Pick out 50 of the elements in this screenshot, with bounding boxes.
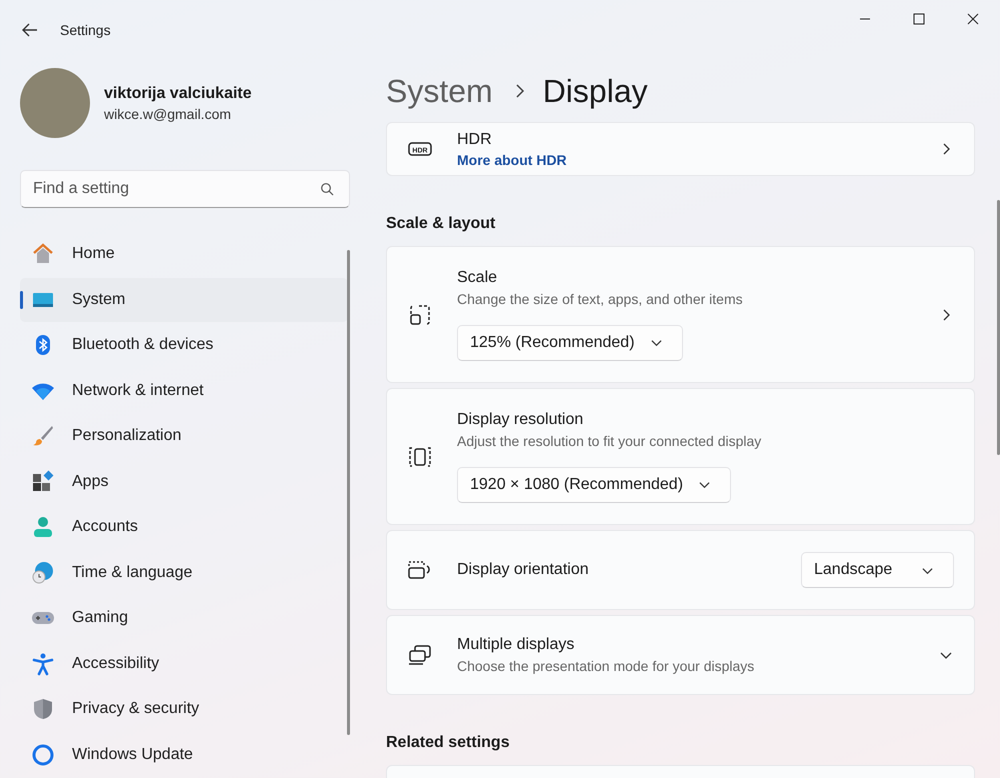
section-heading: Related settings [386,734,511,752]
sidebar-item[interactable]: Personalization [20,414,348,458]
close-icon [967,13,979,25]
selection-indicator [20,290,23,308]
update-icon [31,742,55,766]
sidebar-item[interactable]: System [20,278,348,322]
settings-card[interactable]: Scale Change the size of text, apps, and other items 125% (Recommended) [386,246,975,383]
sidebar-item[interactable]: Privacy & security [20,687,348,731]
section-heading: Scale & layout [386,215,496,233]
setting-title: Display resolution [457,410,584,428]
paintbrush-icon [31,424,55,448]
dropdown[interactable]: 1920 × 1080 (Recommended) [457,466,732,502]
sidebar-item[interactable]: Network & internet [20,368,348,412]
window-title: Settings [60,22,112,38]
sidebar-item[interactable]: Windows Update [20,732,348,776]
learn-more-link[interactable]: More about HDR [457,152,940,168]
sidebar-item[interactable]: Bluetooth & devices [20,323,348,367]
settings-card[interactable]: Multiple displays Choose the presentation mode for your displays [386,615,975,695]
apps-icon [31,470,55,494]
setting-title: HDR [457,130,493,148]
sidebar-item[interactable]: Gaming [20,596,348,640]
breadcrumb-link[interactable]: System [386,72,493,110]
setting-title: Display orientation [457,561,590,579]
sidebar-item[interactable]: Home [20,232,348,276]
home-icon [31,242,55,266]
scrollbar[interactable] [347,250,350,735]
search-field[interactable]: Find a setting [20,170,350,208]
setting-description: Change the size of text, apps, and other items [457,290,744,306]
globe-clock-icon [31,560,55,584]
settings-card[interactable]: Display resolution Adjust the resolution to fit your connected display 1920 × 1080 (Recommended) [386,388,975,525]
accessibility-figure-icon [31,652,55,676]
dropdown[interactable]: 125% (Recommended) [457,324,683,360]
sidebar-item[interactable]: Accounts [20,505,348,549]
page-title: Display [542,72,648,110]
scrollbar[interactable] [997,200,1000,455]
sidebar-item[interactable]: Accessibility [20,642,348,686]
maximize-icon [913,13,925,25]
settings-card[interactable]: Display orientation Landscape [386,530,975,610]
sidebar-item[interactable]: Apps [20,460,348,504]
shield-icon [31,697,55,721]
dropdown[interactable]: Landscape [801,552,954,588]
setting-title: Multiple displays [457,636,576,654]
search-icon[interactable] [320,182,334,196]
sidebar-item[interactable]: Time & language [20,550,348,594]
setting-description: Adjust the resolution to fit your connected display [457,432,762,448]
setting-description: Choose the presentation mode for your displays [457,658,756,674]
person-icon [31,515,55,539]
user-email: wikce.w@gmail.com [104,106,232,122]
user-name: viktorija valciukaite [104,84,252,102]
setting-title: Scale [457,268,498,286]
